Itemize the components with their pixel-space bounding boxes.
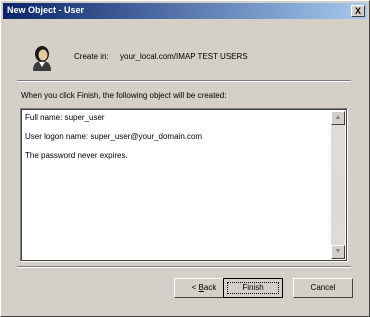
- user-icon: [33, 46, 51, 71]
- summary-logon-name: User logon name: super_user@your_domain.…: [25, 132, 203, 141]
- summary-password-note: The password never expires.: [25, 151, 128, 160]
- title-bar[interactable]: New Object - User X: [3, 3, 367, 19]
- scroll-up-icon: ▲: [334, 114, 342, 121]
- scroll-down-icon: ▼: [334, 248, 342, 255]
- summary-scrollbar[interactable]: ▲ ▼: [331, 111, 345, 259]
- summary-box[interactable]: Full name: super_user User logon name: s…: [20, 108, 348, 262]
- back-prefix: <: [191, 283, 199, 292]
- close-icon: X: [354, 6, 361, 16]
- back-label-rest: ack: [203, 283, 217, 292]
- bottom-divider: [17, 266, 351, 268]
- close-button[interactable]: X: [351, 5, 365, 17]
- cancel-button[interactable]: Cancel: [293, 278, 353, 298]
- create-in-label: Create in:: [74, 52, 109, 61]
- create-in-path: your_local.com/IMAP TEST USERS: [120, 52, 248, 61]
- window-title: New Object - User: [7, 5, 85, 15]
- summary-full-name: Full name: super_user: [25, 113, 105, 122]
- scroll-up-button[interactable]: ▲: [331, 111, 345, 125]
- focus-rect: [227, 282, 279, 294]
- top-divider: [17, 80, 351, 82]
- cancel-label: Cancel: [310, 283, 336, 292]
- new-user-dialog: New Object - User X Create in: your_loca…: [0, 0, 370, 317]
- instruction-text: When you click Finish, the following obj…: [21, 91, 227, 100]
- scroll-down-button[interactable]: ▼: [331, 245, 345, 259]
- finish-button[interactable]: Finish: [223, 278, 283, 298]
